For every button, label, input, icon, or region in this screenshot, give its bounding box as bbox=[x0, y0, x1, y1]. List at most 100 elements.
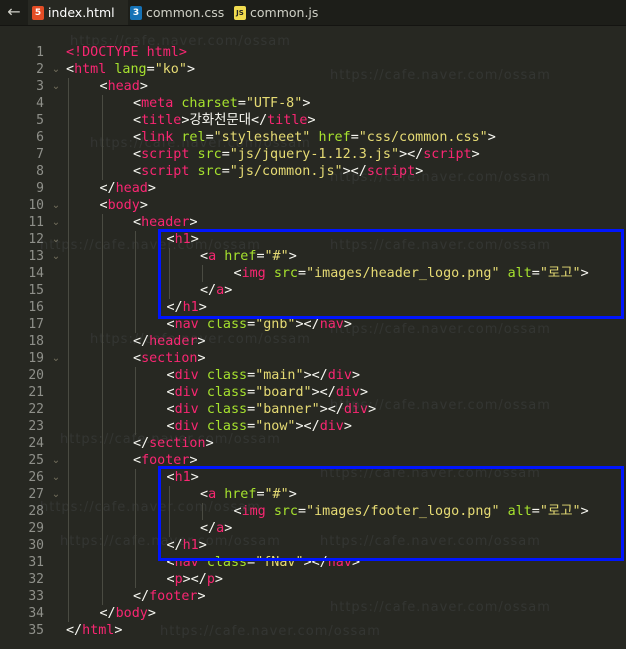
header-logo-highlight-box bbox=[158, 229, 624, 319]
footer-logo-highlight-box bbox=[158, 466, 624, 561]
code-token: title bbox=[141, 113, 182, 128]
code-token: "css/common.css" bbox=[358, 130, 488, 145]
code-text: <html lang="ko"> bbox=[66, 61, 195, 78]
code-token: < bbox=[166, 402, 175, 417]
line-number: 6 bbox=[36, 130, 44, 145]
code-text: <div class="main"></div> bbox=[167, 367, 361, 384]
code-token: </ bbox=[99, 181, 116, 196]
code-token: meta bbox=[141, 96, 174, 111]
line-number: 29 bbox=[28, 521, 44, 536]
code-token: < bbox=[133, 351, 142, 366]
code-token: > bbox=[147, 181, 156, 196]
line-number: 27 bbox=[28, 487, 44, 502]
line-number: 35 bbox=[28, 623, 44, 638]
line-number: 12 bbox=[28, 232, 44, 247]
line-number: 30 bbox=[28, 538, 44, 553]
watermark-text: https://cafe.naver.com/ossam bbox=[90, 332, 311, 347]
code-line[interactable]: 5 <title>강화천문대</title> bbox=[0, 112, 626, 129]
code-token: header bbox=[141, 215, 190, 230]
code-token: head bbox=[107, 79, 140, 94]
code-token: = bbox=[221, 164, 230, 179]
code-token: < bbox=[99, 79, 108, 94]
tab-common-js[interactable]: JS common.js bbox=[230, 0, 322, 25]
code-text: <body> bbox=[100, 197, 148, 214]
code-token: > bbox=[214, 572, 223, 587]
watermark-text: https://cafe.naver.com/ossam bbox=[60, 432, 281, 447]
line-number: 5 bbox=[36, 113, 44, 128]
code-token: < bbox=[133, 453, 142, 468]
line-number: 18 bbox=[28, 334, 44, 349]
code-token: body bbox=[107, 198, 140, 213]
code-token: < bbox=[99, 198, 108, 213]
watermark-text: https://cafe.naver.com/ossam bbox=[90, 136, 311, 151]
code-line[interactable]: 20 <div class="main"></div> bbox=[0, 367, 626, 384]
code-token: > bbox=[197, 589, 206, 604]
indent-guide bbox=[101, 95, 103, 180]
code-token: < bbox=[166, 317, 175, 332]
fold-chevron-icon[interactable]: ⌄ bbox=[50, 78, 62, 95]
fold-chevron-icon[interactable]: ⌄ bbox=[50, 61, 62, 78]
code-token: div bbox=[319, 419, 344, 434]
code-token: > bbox=[487, 130, 496, 145]
code-token: = bbox=[247, 385, 256, 400]
code-line[interactable]: 10 ⌄ <body> bbox=[0, 197, 626, 214]
line-number: 11 bbox=[28, 215, 44, 230]
line-number: 4 bbox=[36, 96, 44, 111]
line-number: 7 bbox=[36, 147, 44, 162]
line-number: 22 bbox=[28, 402, 44, 417]
code-token: footer bbox=[149, 589, 198, 604]
indent-guide bbox=[68, 78, 69, 622]
code-token: ></ bbox=[399, 147, 424, 162]
fold-chevron-icon[interactable]: ⌄ bbox=[50, 197, 62, 214]
code-token: section bbox=[141, 351, 198, 366]
code-token: > bbox=[189, 215, 198, 230]
indent-guide bbox=[168, 486, 170, 537]
line-number: 26 bbox=[28, 470, 44, 485]
code-token: > bbox=[139, 79, 148, 94]
code-line[interactable]: 32 <p></p> bbox=[0, 571, 626, 588]
line-number: 15 bbox=[28, 283, 44, 298]
fold-chevron-icon[interactable]: ⌄ bbox=[50, 214, 62, 231]
line-number: 3 bbox=[36, 79, 44, 94]
watermark-text: https://cafe.naver.com/ossam bbox=[160, 624, 381, 639]
code-token: > bbox=[139, 198, 148, 213]
back-arrow-icon[interactable]: ← bbox=[4, 2, 24, 22]
code-token: "main" bbox=[255, 368, 304, 383]
code-token: "banner" bbox=[255, 402, 320, 417]
fold-chevron-icon[interactable]: ⌄ bbox=[50, 452, 62, 469]
watermark-text: https://cafe.naver.com/ossam bbox=[330, 398, 551, 413]
tab-index-html[interactable]: 5 index.html bbox=[28, 0, 128, 25]
code-token: script bbox=[423, 147, 472, 162]
indent-guide bbox=[202, 503, 203, 520]
code-token: html bbox=[82, 623, 115, 638]
code-token: > bbox=[351, 368, 360, 383]
code-token: div bbox=[174, 402, 199, 417]
code-token: < bbox=[166, 368, 175, 383]
code-line[interactable]: 4 <meta charset="UTF-8"> bbox=[0, 95, 626, 112]
code-token: > bbox=[302, 96, 311, 111]
fold-chevron-icon[interactable]: ⌄ bbox=[50, 350, 62, 367]
line-number: 13 bbox=[28, 249, 44, 264]
code-token: </ bbox=[66, 623, 83, 638]
code-token: div bbox=[174, 368, 199, 383]
code-token: body bbox=[115, 606, 148, 621]
line-number: 2 bbox=[36, 62, 44, 77]
line-number: 34 bbox=[28, 606, 44, 621]
watermark-text: https://cafe.naver.com/ossam bbox=[330, 322, 551, 337]
line-number: 32 bbox=[28, 572, 44, 587]
tab-common-css[interactable]: 3 common.css bbox=[126, 0, 230, 25]
html5-icon: 5 bbox=[32, 5, 44, 20]
code-token: href bbox=[318, 130, 351, 145]
code-token: p bbox=[206, 572, 215, 587]
code-token: p bbox=[174, 572, 183, 587]
code-line[interactable]: 19 ⌄ <section> bbox=[0, 350, 626, 367]
code-text: <meta charset="UTF-8"> bbox=[133, 95, 310, 112]
fold-chevron-icon[interactable]: ⌄ bbox=[50, 469, 62, 486]
css3-icon: 3 bbox=[130, 5, 142, 20]
line-number: 20 bbox=[28, 368, 44, 383]
line-number: 33 bbox=[28, 589, 44, 604]
code-token: div bbox=[327, 368, 352, 383]
code-text: </head> bbox=[100, 180, 156, 197]
